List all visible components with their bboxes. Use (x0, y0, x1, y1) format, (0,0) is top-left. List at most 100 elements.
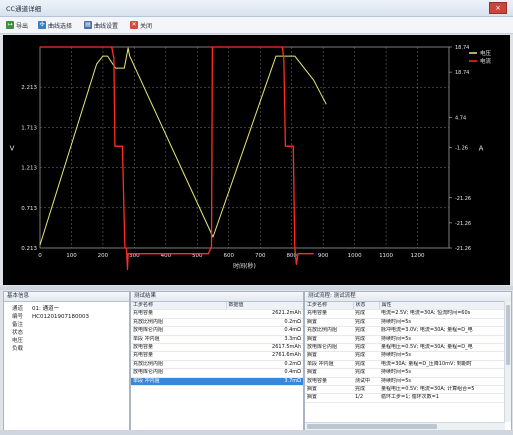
basic-info-header: 基本信息 (4, 292, 129, 302)
process-attributes: 循环工步=1; 循环次数=1 (379, 393, 505, 403)
x-tick-label: 1000 (348, 253, 362, 259)
results-step-name: 充电容量 (131, 351, 226, 361)
results-value: 2617.5mAh (226, 343, 303, 353)
results-row[interactable]: 放电库仑内阻 0.4mΩ (131, 326, 303, 336)
process-attributes: 持续时间=5s (379, 318, 505, 328)
process-row[interactable]: 搁置 完成 持续时间=5s (305, 318, 505, 328)
process-status: 完成 (353, 335, 379, 345)
results-step-name: 放电容量 (131, 343, 226, 353)
process-step-name: 放电库仑内阻 (305, 343, 353, 353)
process-attributes: 量程电压=0.5V; 电流=30A; 量程=D_电 (379, 343, 505, 353)
export-button[interactable]: ↦ 导出 (6, 20, 28, 30)
results-row[interactable]: 充电容量 2761.6mAh (131, 351, 303, 361)
basic-info-row: 负载 (4, 345, 129, 353)
process-row[interactable]: 充放比例内阻 完成 脉冲电流=3.0V; 电流=30A; 量程=D_电 (305, 326, 505, 336)
basic-info-key: 编号 (12, 314, 24, 320)
close-icon: ✕ (130, 21, 138, 29)
x-tick-label: 900 (318, 253, 329, 259)
chart-axes: 0 100 200 300 400 500 600 700 800 900 1000 1100 1200… (10, 45, 484, 270)
process-status: 完成 (353, 326, 379, 336)
toolbar-close-button[interactable]: ✕ 关闭 (130, 20, 152, 30)
y-left-tick-label: 1.713 (21, 125, 37, 131)
process-status: 完成 (353, 368, 379, 378)
results-value: 2761.6mAh (226, 351, 303, 361)
basic-info-row: 编号 HC01201907180003 (4, 313, 129, 321)
results-header: 测试结果 (131, 292, 303, 302)
process-status: 测试中 (353, 377, 379, 387)
basic-info-row: 状态 (4, 329, 129, 337)
curve-settings-label: 曲线设置 (94, 22, 119, 30)
results-row[interactable]: 单段 冲内阻 3.3mΩ (131, 335, 303, 345)
y-right-tick-label: 4.74 (455, 115, 466, 121)
y-right-tick-label: 18.74 (455, 70, 469, 76)
x-tick-label: 600 (224, 253, 235, 259)
process-column-header[interactable]: 属性 (379, 302, 506, 311)
basic-info-panel: 基本信息 通道 01: 通道一 编号 HC01201907180003 备注 状态 电压 负载 (3, 291, 130, 431)
process-row[interactable]: 搁置 完成 持续时间=5s (305, 351, 505, 361)
basic-info-value: HC01201907180003 (32, 314, 89, 320)
y-right-tick-label: 18.74 (455, 45, 469, 51)
process-row[interactable]: 搁置 完成 持续时间=5s (305, 335, 505, 345)
results-panel: 测试结果 工步名称 数据值 充电容量 2621.2mAh 充放比例内阻 0.2mΩ 放电库… (130, 291, 304, 431)
results-step-name: 放电库仑内阻 (131, 326, 226, 336)
results-value: 3.7mΩ (226, 377, 303, 387)
panel-splitter[interactable] (0, 286, 513, 290)
y-right-axis-label: A (479, 145, 484, 153)
basic-info-key: 状态 (12, 330, 24, 336)
chart-area[interactable]: 0 100 200 300 400 500 600 700 800 900 1000 1100 1200… (3, 35, 510, 285)
basic-info-key: 电压 (12, 338, 24, 344)
process-header: 测试流程: 测试流程 (305, 292, 511, 302)
toolbar: ↦ 导出 ✣ 曲线选择 ▤ 曲线设置 ✕ 关闭 (0, 17, 513, 34)
results-value: 3.3mΩ (226, 335, 303, 345)
process-step-name: 充电容量 (305, 309, 353, 319)
basic-info-key: 通道 (12, 306, 24, 312)
process-row[interactable]: 单段 冲内阻 完成 电流=30A; 量程=D_压降10mV; 到期时 (305, 360, 505, 370)
results-row[interactable]: 单段 冲内阻 3.7mΩ (131, 377, 303, 387)
process-horizontal-scrollbar[interactable] (305, 422, 505, 430)
voltage-current-chart[interactable]: 0 100 200 300 400 500 600 700 800 900 1000 1100 1200… (3, 35, 510, 285)
curve-settings-button[interactable]: ▤ 曲线设置 (84, 20, 118, 30)
export-icon: ↦ (6, 21, 14, 29)
results-step-name: 放电库仑内阻 (131, 368, 226, 378)
results-row[interactable]: 充电容量 2621.2mAh (131, 309, 303, 319)
process-row[interactable]: 搁置 1/2 循环工步=1; 循环次数=1 (305, 393, 505, 403)
process-row[interactable]: 搁置 完成 量程电压=0.5V; 电流=30A; 计算组合=5 (305, 385, 505, 395)
process-status: 完成 (353, 351, 379, 361)
basic-info-value: 01: 通道一 (32, 306, 60, 312)
x-tick-label: 100 (66, 253, 77, 259)
results-row[interactable]: 充放比例内阻 0.2mΩ (131, 318, 303, 328)
process-status: 完成 (353, 360, 379, 370)
process-vertical-scrollbar[interactable] (504, 301, 511, 422)
curve-select-button[interactable]: ✣ 曲线选择 (38, 20, 72, 30)
results-row[interactable]: 放电库仑内阻 0.4mΩ (131, 368, 303, 378)
process-attributes: 持续时间=5s (379, 335, 505, 345)
process-status: 完成 (353, 343, 379, 353)
process-table-head: 工步名称 状态 属性 (305, 302, 506, 311)
results-column-header[interactable]: 数据值 (226, 302, 303, 311)
results-table-head: 工步名称 数据值 (131, 302, 303, 311)
window-close-button[interactable]: × (489, 2, 507, 14)
process-row[interactable]: 放电库仑内阻 完成 量程电压=0.5V; 电流=30A; 量程=D_电 (305, 343, 505, 353)
curve-settings-icon: ▤ (84, 21, 92, 29)
process-status: 完成 (353, 385, 379, 395)
process-row[interactable]: 搁置 完成 持续时间=5s (305, 368, 505, 378)
process-row[interactable]: 充电容量 完成 电流=2.5V; 电流=30A; 恒流时间=60s (305, 309, 505, 319)
x-tick-label: 1200 (411, 253, 425, 259)
process-vscroll-thumb[interactable] (506, 305, 510, 365)
process-attributes: 电流=2.5V; 电流=30A; 恒流时间=60s (379, 309, 505, 319)
x-tick-label: 200 (98, 253, 109, 259)
results-column-header[interactable]: 工步名称 (131, 302, 227, 311)
results-step-name: 充放比例内阻 (131, 360, 226, 370)
results-row[interactable]: 放电容量 2617.5mAh (131, 343, 303, 353)
results-row[interactable]: 充放比例内阻 0.2mΩ (131, 360, 303, 370)
process-column-header[interactable]: 状态 (353, 302, 380, 311)
status-bar (0, 430, 513, 435)
results-table: 工步名称 数据值 充电容量 2621.2mAh 充放比例内阻 0.2mΩ 放电库仑内阻 0.… (131, 302, 303, 387)
process-hscroll-thumb[interactable] (307, 424, 437, 429)
process-step-name: 搁置 (305, 393, 353, 403)
process-column-header[interactable]: 工步名称 (305, 302, 354, 311)
process-row[interactable]: 放电容量 测试中 持续时间=5s (305, 377, 505, 387)
results-value: 2621.2mAh (226, 309, 303, 319)
voltage-series-line (39, 47, 327, 246)
process-step-name: 充放比例内阻 (305, 326, 353, 336)
